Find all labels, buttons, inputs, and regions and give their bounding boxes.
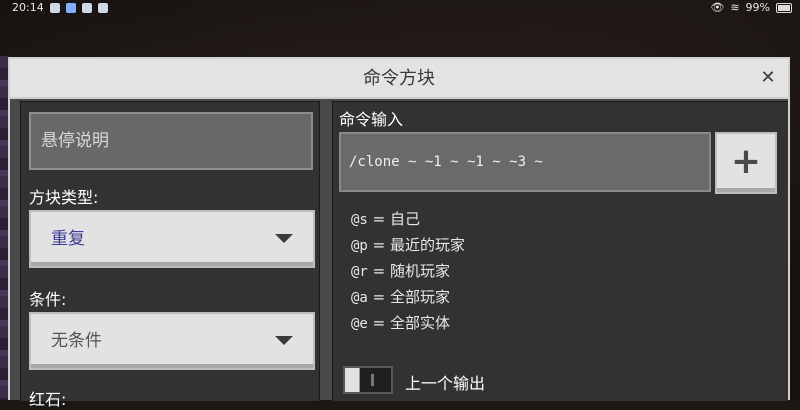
condition-dropdown[interactable]: 无条件 bbox=[29, 312, 315, 370]
selector-code: @a bbox=[351, 290, 368, 306]
block-type-dropdown[interactable]: 重复 bbox=[29, 210, 315, 268]
block-type-label: 方块类型: bbox=[29, 188, 99, 207]
selector-code: @s bbox=[351, 212, 368, 228]
battery-percent: 99% bbox=[745, 1, 770, 14]
dialog-title: 命令方块 bbox=[363, 68, 435, 89]
plus-icon: + bbox=[730, 141, 762, 182]
chevron-down-icon bbox=[275, 336, 293, 345]
selector-code: @r bbox=[351, 264, 368, 280]
app-notification-icon bbox=[50, 3, 60, 13]
app-notification-icon bbox=[82, 3, 92, 13]
battery-icon bbox=[776, 3, 792, 13]
previous-output-toggle[interactable] bbox=[343, 366, 393, 394]
block-type-value: 重复 bbox=[51, 229, 85, 249]
close-icon[interactable]: ✕ bbox=[758, 68, 778, 88]
status-right: 👁 ≋ 99% bbox=[710, 0, 792, 16]
eye-comfort-icon: 👁 bbox=[710, 1, 725, 14]
selector-row: @a = 全部玩家 bbox=[351, 288, 450, 306]
selector-desc: 全部实体 bbox=[389, 314, 450, 332]
selector-desc: 自己 bbox=[389, 210, 420, 228]
target-selector-list: @s = 自己 @p = 最近的玩家 @r = 随机玩家 @a = 全部玩家 @ bbox=[351, 206, 465, 336]
app-notification-icon bbox=[66, 3, 76, 13]
wifi-icon: ≋ bbox=[730, 1, 740, 14]
status-time: 20:14 bbox=[12, 1, 44, 14]
selector-row: @s = 自己 bbox=[351, 210, 420, 228]
selector-row: @r = 随机玩家 bbox=[351, 262, 450, 280]
hover-note-input[interactable] bbox=[31, 114, 311, 168]
block-settings-panel: 方块类型: 重复 条件: 无条件 红石: bbox=[20, 101, 320, 409]
command-panel: 命令输入 + @s = 自己 @p = 最近的玩家 @r = 随机玩家 bbox=[332, 101, 788, 402]
app-notification-icon bbox=[98, 3, 108, 13]
selector-desc: 随机玩家 bbox=[389, 262, 450, 280]
background-block-strip bbox=[0, 56, 8, 400]
selector-desc: 全部玩家 bbox=[389, 288, 450, 306]
selector-row: @e = 全部实体 bbox=[351, 314, 450, 332]
add-command-button[interactable]: + bbox=[715, 132, 777, 194]
condition-label: 条件: bbox=[29, 290, 67, 309]
redstone-label: 红石: bbox=[29, 390, 67, 409]
command-input-label: 命令输入 bbox=[339, 110, 404, 129]
selector-code: @p bbox=[351, 238, 368, 254]
command-input[interactable] bbox=[341, 134, 709, 190]
command-block-dialog: 命令方块 ✕ 方块类型: 重复 条件: 无条件 红石: 命令输入 + @s bbox=[8, 57, 790, 409]
condition-value: 无条件 bbox=[51, 331, 102, 351]
status-bar: 20:14 👁 ≋ 99% bbox=[0, 0, 800, 16]
hover-note-field[interactable] bbox=[29, 112, 313, 170]
dialog-title-bar: 命令方块 ✕ bbox=[10, 59, 788, 99]
toggle-off-mark bbox=[371, 374, 374, 386]
notification-icons bbox=[50, 3, 108, 13]
previous-output-label: 上一个输出 bbox=[405, 374, 486, 393]
command-input-field[interactable] bbox=[339, 132, 711, 192]
selector-code: @e bbox=[351, 316, 368, 332]
toggle-knob bbox=[345, 368, 360, 392]
selector-desc: 最近的玩家 bbox=[389, 236, 465, 254]
selector-row: @p = 最近的玩家 bbox=[351, 236, 465, 254]
chevron-down-icon bbox=[275, 234, 293, 243]
